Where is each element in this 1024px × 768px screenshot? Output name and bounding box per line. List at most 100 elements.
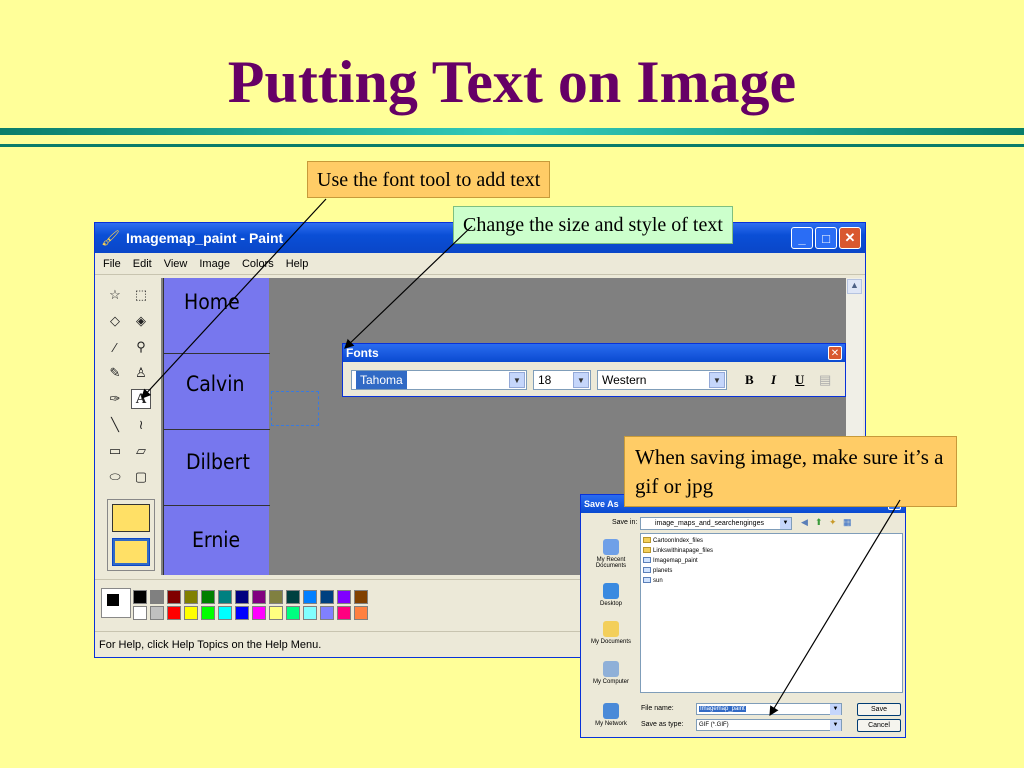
maximize-button[interactable]: □ (815, 227, 837, 249)
eraser-icon[interactable]: ◇ (105, 311, 125, 331)
chevron-down-icon[interactable]: ▼ (830, 704, 841, 715)
place-recent[interactable]: My Recent Documents (584, 539, 638, 569)
file-list[interactable]: CartoonIndex_files Linkswithinapage_file… (640, 533, 903, 693)
chevron-down-icon[interactable]: ▼ (573, 372, 589, 388)
opaque-option-icon[interactable] (112, 504, 150, 532)
color-swatch[interactable] (286, 590, 300, 604)
font-face-select[interactable]: Tahoma ▼ (351, 370, 527, 390)
line-icon[interactable]: ╲ (105, 415, 125, 435)
menu-file[interactable]: File (103, 258, 121, 270)
save-as-type-select[interactable]: GIF (*.GIF) ▼ (696, 719, 842, 731)
place-desktop[interactable]: Desktop (584, 583, 638, 607)
pencil-icon[interactable]: ✎ (105, 363, 125, 383)
italic-button[interactable]: I (771, 372, 776, 388)
brush-icon[interactable]: ♙ (131, 363, 151, 383)
chevron-down-icon[interactable]: ▼ (709, 372, 725, 388)
font-size-select[interactable]: 18 ▼ (533, 370, 591, 390)
color-swatch[interactable] (184, 590, 198, 604)
list-item[interactable]: Linkswithinapage_files (643, 547, 713, 554)
color-swatch[interactable] (150, 590, 164, 604)
color-swatch[interactable] (337, 590, 351, 604)
color-swatch[interactable] (201, 606, 215, 620)
chevron-down-icon[interactable]: ▼ (780, 518, 791, 529)
vertical-text-icon[interactable]: ▤ (819, 372, 831, 388)
color-swatch[interactable] (303, 606, 317, 620)
color-swatch[interactable] (354, 606, 368, 620)
color-swatch[interactable] (184, 606, 198, 620)
new-folder-icon[interactable]: ✦ (829, 517, 837, 528)
magnifier-icon[interactable]: ⚲ (131, 337, 151, 357)
fill-bucket-icon[interactable]: ◈ (131, 311, 151, 331)
color-swatch[interactable] (218, 606, 232, 620)
color-swatch[interactable] (354, 590, 368, 604)
rectangle-icon[interactable]: ▭ (105, 441, 125, 461)
free-select-icon[interactable]: ☆ (105, 285, 125, 305)
menu-help[interactable]: Help (286, 258, 309, 270)
chevron-down-icon[interactable]: ▼ (830, 720, 841, 731)
recent-documents-icon (603, 539, 619, 555)
canvas-label-ernie: Ernie (192, 528, 241, 552)
minimize-button[interactable]: _ (791, 227, 813, 249)
color-swatch[interactable] (252, 590, 266, 604)
save-button[interactable]: Save (857, 703, 901, 716)
save-in-select[interactable]: image_maps_and_searchenginges ▼ (640, 517, 792, 530)
color-swatch[interactable] (286, 606, 300, 620)
curve-icon[interactable]: ≀ (131, 415, 151, 435)
list-item[interactable]: Imagemap_paint (643, 557, 698, 564)
script-select[interactable]: Western ▼ (597, 370, 727, 390)
place-my-computer[interactable]: My Computer (584, 661, 638, 685)
bold-button[interactable]: B (745, 372, 754, 388)
place-my-documents[interactable]: My Documents (584, 621, 638, 645)
cancel-button[interactable]: Cancel (857, 719, 901, 732)
scroll-up-icon[interactable]: ▲ (847, 279, 862, 294)
file-name-input[interactable]: Imagemap_paint ▼ (696, 703, 842, 715)
rounded-rect-icon[interactable]: ▢ (131, 467, 151, 487)
list-item[interactable]: CartoonIndex_files (643, 537, 703, 544)
up-folder-icon[interactable]: ⬆ (815, 517, 823, 528)
color-swatch[interactable] (269, 606, 283, 620)
color-swatch[interactable] (320, 606, 334, 620)
color-swatch[interactable] (150, 606, 164, 620)
color-swatch[interactable] (269, 590, 283, 604)
color-picker-icon[interactable]: ⁄ (105, 337, 125, 357)
airbrush-icon[interactable]: ✑ (105, 389, 125, 409)
menu-colors[interactable]: Colors (242, 258, 274, 270)
menu-edit[interactable]: Edit (133, 258, 152, 270)
list-item[interactable]: planets (643, 567, 672, 574)
color-swatch[interactable] (303, 590, 317, 604)
color-swatch[interactable] (133, 590, 147, 604)
color-swatch[interactable] (167, 606, 181, 620)
view-menu-icon[interactable]: ▦ (843, 517, 852, 528)
text-tool-icon[interactable]: A (131, 389, 151, 409)
color-swatch[interactable] (320, 590, 334, 604)
color-swatch[interactable] (218, 590, 232, 604)
transparent-option-icon[interactable] (112, 538, 150, 566)
color-swatch[interactable] (133, 606, 147, 620)
paint-window-title: Imagemap_paint - Paint (126, 230, 284, 246)
color-swatch[interactable] (167, 590, 181, 604)
place-my-network[interactable]: My Network (584, 703, 638, 727)
color-swatch[interactable] (235, 606, 249, 620)
foreground-color (106, 593, 120, 607)
close-button[interactable]: ✕ (839, 227, 861, 249)
menu-view[interactable]: View (164, 258, 188, 270)
menu-image[interactable]: Image (199, 258, 230, 270)
save-as-type-label: Save as type: (641, 721, 684, 728)
current-colors[interactable] (101, 588, 131, 618)
color-swatch[interactable] (337, 606, 351, 620)
color-swatch[interactable] (252, 606, 266, 620)
list-item[interactable]: sun (643, 577, 663, 584)
text-selection-box[interactable] (271, 391, 319, 426)
canvas-image[interactable]: Home Calvin Dilbert Ernie (163, 278, 270, 575)
chevron-down-icon[interactable]: ▼ (509, 372, 525, 388)
color-swatch[interactable] (201, 590, 215, 604)
file-name-value: Imagemap_paint (699, 706, 746, 712)
fonts-close-icon[interactable]: ✕ (828, 346, 842, 360)
back-icon[interactable]: ◀ (801, 517, 808, 528)
underline-button[interactable]: U (795, 372, 804, 388)
rect-select-icon[interactable]: ⬚ (131, 285, 151, 305)
window-controls: _ □ ✕ (791, 227, 861, 249)
color-swatch[interactable] (235, 590, 249, 604)
ellipse-icon[interactable]: ⬭ (105, 467, 125, 487)
polygon-icon[interactable]: ▱ (131, 441, 151, 461)
